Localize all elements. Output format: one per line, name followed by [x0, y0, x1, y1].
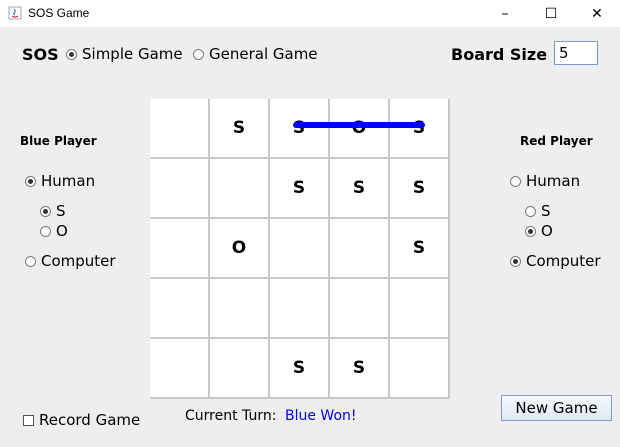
red-o-radio[interactable]: [525, 226, 536, 237]
window-title: SOS Game: [28, 6, 90, 20]
record-game-checkbox[interactable]: [23, 415, 34, 426]
maximize-button[interactable]: ☐: [528, 0, 574, 27]
blue-player-title: Blue Player: [20, 134, 97, 148]
board-cell[interactable]: S: [270, 159, 330, 219]
board-cell[interactable]: [150, 339, 210, 399]
simple-game-radio[interactable]: [66, 49, 77, 60]
blue-human-label[interactable]: Human: [41, 172, 95, 190]
new-game-button[interactable]: New Game: [501, 395, 612, 421]
close-button[interactable]: ✕: [574, 0, 620, 27]
red-o-label[interactable]: O: [541, 222, 553, 240]
new-game-label: New Game: [515, 399, 598, 417]
board-cell[interactable]: [270, 279, 330, 339]
maximize-icon: ☐: [544, 5, 558, 22]
current-turn-value: Blue Won!: [285, 408, 357, 424]
board-cell[interactable]: O: [210, 219, 270, 279]
general-game-radio[interactable]: [193, 49, 204, 60]
board-cell[interactable]: [390, 339, 450, 399]
red-computer-radio[interactable]: [510, 256, 521, 267]
board-cell[interactable]: [210, 339, 270, 399]
blue-human-radio[interactable]: [25, 176, 36, 187]
red-computer-label[interactable]: Computer: [526, 252, 601, 270]
board-cell[interactable]: O: [330, 99, 390, 159]
board-cell[interactable]: [150, 279, 210, 339]
blue-o-label[interactable]: O: [56, 222, 68, 240]
board-cell[interactable]: [150, 219, 210, 279]
board-cell[interactable]: [210, 159, 270, 219]
board-cell[interactable]: [210, 279, 270, 339]
blue-computer-radio[interactable]: [25, 256, 36, 267]
board-cell[interactable]: [150, 99, 210, 159]
red-human-label[interactable]: Human: [526, 172, 580, 190]
board-cell[interactable]: S: [390, 159, 450, 219]
board-size-input[interactable]: [554, 41, 598, 65]
blue-computer-label[interactable]: Computer: [41, 252, 116, 270]
board-cell[interactable]: [150, 159, 210, 219]
board-cell[interactable]: S: [210, 99, 270, 159]
board-cell[interactable]: S: [390, 219, 450, 279]
board-cell[interactable]: [270, 219, 330, 279]
game-panel: SOS Simple Game General Game Board Size …: [0, 27, 620, 447]
board-cell[interactable]: S: [330, 159, 390, 219]
board-cell[interactable]: S: [270, 339, 330, 399]
red-human-radio[interactable]: [510, 176, 521, 187]
board-cell[interactable]: S: [390, 99, 450, 159]
red-s-label[interactable]: S: [541, 202, 551, 220]
board-cell[interactable]: S: [270, 99, 330, 159]
board-cell[interactable]: [330, 219, 390, 279]
title-bar: SOS Game – ☐ ✕: [0, 0, 620, 27]
blue-o-radio[interactable]: [40, 226, 51, 237]
game-board: SSOSSSSOSSS: [150, 99, 450, 399]
red-player-title: Red Player: [520, 134, 593, 148]
java-app-icon: [8, 6, 22, 20]
record-game-label[interactable]: Record Game: [39, 411, 140, 429]
board-cell[interactable]: S: [330, 339, 390, 399]
red-s-radio[interactable]: [525, 206, 536, 217]
general-game-label[interactable]: General Game: [209, 45, 318, 63]
simple-game-label[interactable]: Simple Game: [82, 45, 183, 63]
blue-s-label[interactable]: S: [56, 202, 66, 220]
blue-s-radio[interactable]: [40, 206, 51, 217]
current-turn-label: Current Turn:: [185, 408, 277, 424]
board-size-label: Board Size: [451, 45, 548, 64]
close-icon: ✕: [591, 5, 603, 22]
board-cell[interactable]: [330, 279, 390, 339]
sos-label: SOS: [22, 45, 59, 64]
board-cell[interactable]: [390, 279, 450, 339]
minimize-icon: –: [501, 5, 509, 22]
minimize-button[interactable]: –: [482, 0, 528, 27]
